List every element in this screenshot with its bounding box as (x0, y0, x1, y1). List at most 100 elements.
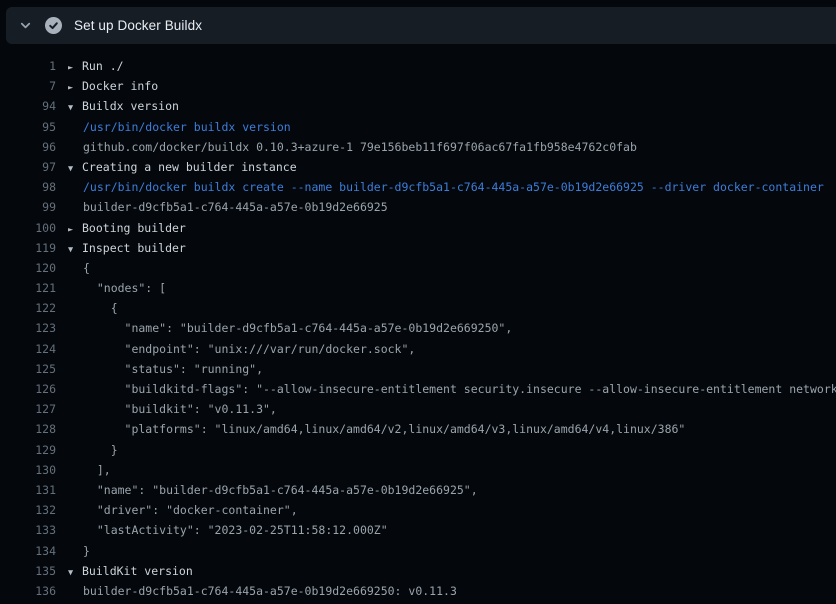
log-line: 132 "driver": "docker-container", (0, 500, 836, 520)
line-number-link[interactable]: 129 (0, 440, 56, 460)
log-command-text: /usr/bin/docker buildx version (68, 117, 291, 137)
line-number-link[interactable]: 127 (0, 399, 56, 419)
log-output-text: "name": "builder-d9cfb5a1-c764-445a-a57e… (68, 318, 512, 338)
step-title: Set up Docker Buildx (74, 18, 202, 33)
log-line: 100 ►Booting builder (0, 218, 836, 238)
line-number-link[interactable]: 132 (0, 500, 56, 520)
line-number-link[interactable]: 131 (0, 480, 56, 500)
log-viewer: 1►Run ./7►Docker info94▼Buildx version95… (0, 44, 836, 604)
chevron-down-icon[interactable] (18, 18, 33, 33)
line-number-link[interactable]: 128 (0, 419, 56, 439)
line-number-link[interactable]: 95 (0, 117, 56, 137)
log-output-text: builder-d9cfb5a1-c764-445a-a57e-0b19d2e6… (68, 581, 457, 601)
line-number-link[interactable]: 96 (0, 137, 56, 157)
line-number-link[interactable]: 99 (0, 197, 56, 217)
log-output-text: } (68, 541, 90, 561)
log-output-text: "buildkit": "v0.11.3", (68, 399, 277, 419)
log-output-text: "lastActivity": "2023-02-25T11:58:12.000… (68, 520, 388, 540)
log-output-text: "name": "builder-d9cfb5a1-c764-445a-a57e… (68, 480, 478, 500)
log-group-header[interactable]: ▼Inspect builder (68, 238, 186, 258)
group-expanded-arrow-icon[interactable]: ▼ (68, 159, 82, 177)
group-expanded-arrow-icon[interactable]: ▼ (68, 98, 82, 116)
line-number-link[interactable]: 1 (0, 56, 56, 76)
log-line: 98/usr/bin/docker buildx create --name b… (0, 177, 836, 197)
log-line: 121 "nodes": [ (0, 278, 836, 298)
log-group-title: Creating a new builder instance (82, 160, 297, 174)
log-line: 134} (0, 541, 836, 561)
group-collapsed-arrow-icon[interactable]: ► (68, 220, 82, 238)
log-group-header[interactable]: ►Docker info (68, 76, 158, 96)
log-line: 136 builder-d9cfb5a1-c764-445a-a57e-0b19d… (0, 581, 836, 601)
log-group-title: Buildx version (82, 99, 179, 113)
log-line: 119 ▼Inspect builder (0, 238, 836, 258)
log-output-text: { (68, 258, 90, 278)
step-header[interactable]: Set up Docker Buildx (6, 7, 836, 44)
log-output-text: github.com/docker/buildx 0.10.3+azure-1 … (68, 137, 637, 157)
log-output-text: ], (68, 460, 111, 480)
log-group-title: Run ./ (82, 59, 124, 73)
line-number-link[interactable]: 125 (0, 359, 56, 379)
log-group-title: BuildKit version (82, 564, 193, 578)
line-number-link[interactable]: 126 (0, 379, 56, 399)
log-line: 129 } (0, 440, 836, 460)
log-line: 97 ▼Creating a new builder instance (0, 157, 836, 177)
line-number-link[interactable]: 122 (0, 298, 56, 318)
line-number-link[interactable]: 133 (0, 520, 56, 540)
line-number-link[interactable]: 7 (0, 76, 56, 96)
log-group-header[interactable]: ▼Buildx version (68, 96, 179, 116)
log-command-text: /usr/bin/docker buildx create --name bui… (68, 177, 824, 197)
log-line: 126 "buildkitd-flags": "--allow-insecure… (0, 379, 836, 399)
log-line: 1 ►Run ./ (0, 56, 836, 76)
line-number-link[interactable]: 97 (0, 157, 56, 177)
log-group-header[interactable]: ►Booting builder (68, 218, 186, 238)
line-number-link[interactable]: 120 (0, 258, 56, 278)
line-number-link[interactable]: 100 (0, 218, 56, 238)
line-number-link[interactable]: 130 (0, 460, 56, 480)
line-number-link[interactable]: 124 (0, 339, 56, 359)
line-number-link[interactable]: 136 (0, 581, 56, 601)
line-number-link[interactable]: 134 (0, 541, 56, 561)
log-line: 7 ►Docker info (0, 76, 836, 96)
line-number-link[interactable]: 119 (0, 238, 56, 258)
log-output-text: "driver": "docker-container", (68, 500, 298, 520)
log-output-text: "platforms": "linux/amd64,linux/amd64/v2… (68, 419, 685, 439)
log-line: 99 builder-d9cfb5a1-c764-445a-a57e-0b19d2… (0, 197, 836, 217)
log-group-header[interactable]: ▼Creating a new builder instance (68, 157, 297, 177)
line-number-link[interactable]: 94 (0, 96, 56, 116)
group-expanded-arrow-icon[interactable]: ▼ (68, 240, 82, 258)
log-output-text: "endpoint": "unix:///var/run/docker.sock… (68, 339, 415, 359)
log-group-header[interactable]: ▼BuildKit version (68, 561, 193, 581)
log-output-text: "nodes": [ (68, 278, 166, 298)
log-line: 125 "status": "running", (0, 359, 836, 379)
log-group-title: Booting builder (82, 221, 186, 235)
line-number-link[interactable]: 98 (0, 177, 56, 197)
line-number-link[interactable]: 135 (0, 561, 56, 581)
log-output-text: { (68, 298, 118, 318)
log-line: 133 "lastActivity": "2023-02-25T11:58:12… (0, 520, 836, 540)
group-expanded-arrow-icon[interactable]: ▼ (68, 563, 82, 581)
log-line: 127 "buildkit": "v0.11.3", (0, 399, 836, 419)
log-line: 122 { (0, 298, 836, 318)
log-output-text: } (68, 440, 118, 460)
log-line: 120 { (0, 258, 836, 278)
log-group-title: Docker info (82, 79, 158, 93)
log-line: 95/usr/bin/docker buildx version (0, 117, 836, 137)
log-line: 135 ▼BuildKit version (0, 561, 836, 581)
log-line: 94 ▼Buildx version (0, 96, 836, 116)
line-number-link[interactable]: 123 (0, 318, 56, 338)
group-collapsed-arrow-icon[interactable]: ► (68, 58, 82, 76)
group-collapsed-arrow-icon[interactable]: ► (68, 78, 82, 96)
log-output-text: "buildkitd-flags": "--allow-insecure-ent… (68, 379, 836, 399)
log-line: 130 ], (0, 460, 836, 480)
log-group-title: Inspect builder (82, 241, 186, 255)
check-circle-icon (45, 17, 62, 34)
log-output-text: "status": "running", (68, 359, 263, 379)
line-number-link[interactable]: 121 (0, 278, 56, 298)
log-output-text: builder-d9cfb5a1-c764-445a-a57e-0b19d2e6… (68, 197, 388, 217)
log-group-header[interactable]: ►Run ./ (68, 56, 124, 76)
log-line: 131 "name": "builder-d9cfb5a1-c764-445a-… (0, 480, 836, 500)
log-line: 128 "platforms": "linux/amd64,linux/amd6… (0, 419, 836, 439)
log-line: 124 "endpoint": "unix:///var/run/docker.… (0, 339, 836, 359)
log-line: 96 github.com/docker/buildx 0.10.3+azure-… (0, 137, 836, 157)
log-line: 123 "name": "builder-d9cfb5a1-c764-445a-… (0, 318, 836, 338)
